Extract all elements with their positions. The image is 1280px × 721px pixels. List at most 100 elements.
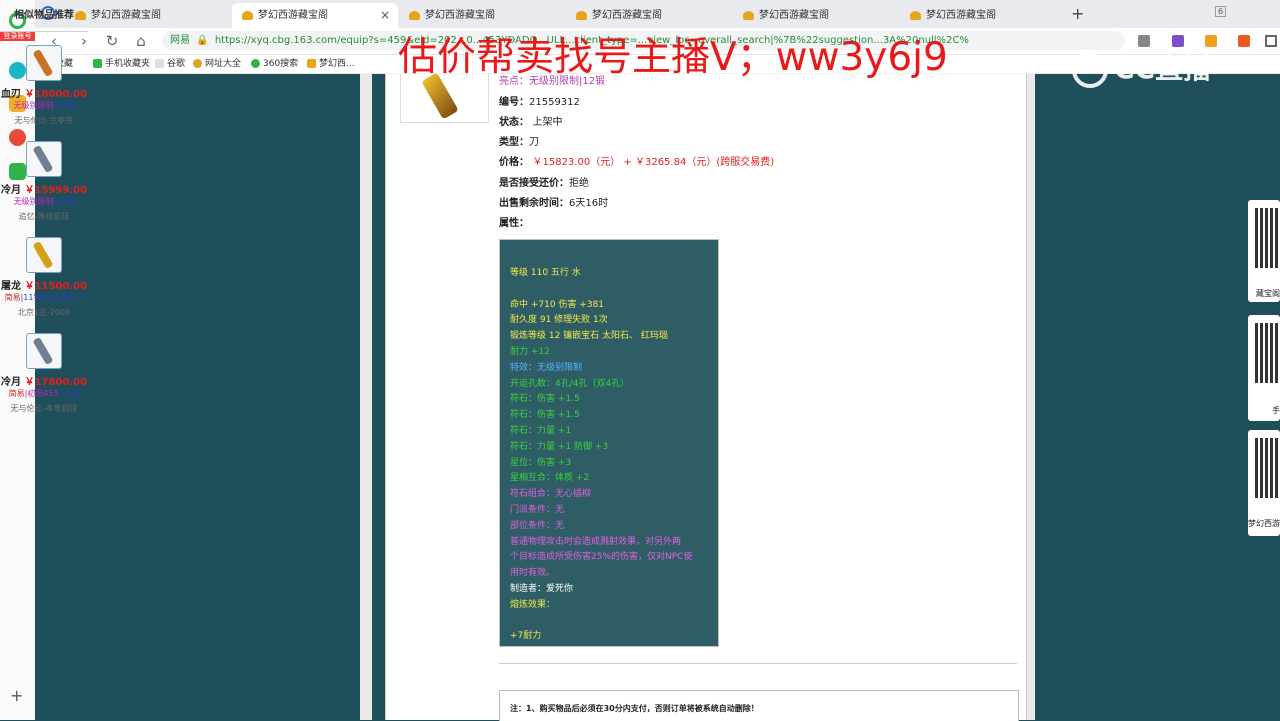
item-counteroffer-row: 是否接受还价：拒绝 — [499, 178, 589, 189]
attribute-line: 耐力 +12 — [510, 347, 550, 357]
attribute-line: 部位条件：无 — [510, 520, 565, 531]
similar-item-tag: |11锻 — [58, 389, 80, 398]
tab-title: 梦幻西游藏宝阁 — [926, 10, 996, 21]
attribute-line: 锻炼等级 12 镶嵌宝石 太阳石、 红玛瑙 — [510, 331, 668, 342]
attribute-line: 开运孔数：4孔/4孔（双4孔） — [510, 378, 630, 389]
tab-favicon-icon — [409, 10, 420, 20]
similar-item-price: ￥17800.00 — [21, 377, 87, 388]
tab-favicon-icon — [576, 10, 587, 20]
similar-item-title[interactable]: 冷月 ￥15999.00 — [0, 181, 88, 196]
grid-menu-icon[interactable] — [1265, 35, 1277, 47]
attribute-line: 符石：伤害 +1.5 — [510, 410, 580, 421]
cc-live-logo: CC直播 — [1072, 46, 1242, 92]
bookmark-item[interactable]: 谷歌 — [155, 55, 185, 73]
browser-tab[interactable]: 梦幻西游藏宝阁 — [65, 3, 225, 28]
similar-item-server: 无与伦比-兰亭序 — [14, 116, 74, 125]
attribute-line: 符石组合：无心插柳 — [510, 489, 592, 500]
weapon-icon[interactable] — [26, 141, 62, 177]
tab-strip: 梦幻西游藏宝阁 梦幻西游藏宝阁 × 梦幻西游藏宝阁 梦幻西游藏宝阁 梦幻西游藏宝阁… — [35, 0, 1280, 28]
cc-logo-icon — [1072, 52, 1108, 88]
similar-item-server: 无与伦比-本草纲目 — [10, 404, 78, 413]
similar-item-title[interactable]: 血刃 ￥18000.00 — [0, 85, 88, 100]
similar-item-tags: 简易|初伤451|11锻 — [0, 388, 88, 399]
similar-item-tag: |11锻 — [20, 293, 42, 302]
similar-item-tag: 简易 — [4, 293, 21, 302]
tab-title: 梦幻西游藏宝阁 — [425, 10, 495, 21]
qr-card[interactable]: 手 — [1248, 315, 1280, 421]
attribute-line: +7耐力 — [510, 631, 542, 642]
similar-item-name: 冷月 — [1, 185, 21, 196]
browser-tab[interactable]: 梦幻西游藏宝阁 — [733, 3, 893, 28]
reload-button[interactable]: ↻ — [103, 32, 121, 50]
item-attributes-label: 属性： — [499, 218, 529, 229]
tab-favicon-icon — [242, 10, 253, 20]
item-status-row: 状态： 上架中 — [499, 117, 563, 128]
weapon-icon[interactable] — [26, 237, 62, 273]
weapon-icon[interactable] — [26, 45, 62, 81]
weapon-icon[interactable] — [26, 333, 62, 369]
tab-title: 梦幻西游藏宝阁 — [592, 10, 662, 21]
page-side-right — [1035, 74, 1280, 720]
similar-item-name: 屠龙 — [1, 281, 21, 292]
bookmark-item[interactable]: 360搜索 — [251, 55, 298, 73]
attribute-line: 符石：伤害 +1.5 — [510, 394, 580, 405]
similar-item-tag: |初伤451 — [24, 389, 59, 398]
price-main: ￥15823.00（元） — [532, 157, 621, 168]
login-label[interactable]: 登录账号 — [0, 31, 35, 41]
similar-item-title[interactable]: 冷月 ￥17800.00 — [0, 373, 88, 388]
attribute-line: 个目标造成所受伤害25%的伤害，仅对NPC使 — [510, 552, 693, 563]
tab-close-icon[interactable]: × — [380, 3, 390, 28]
attribute-line: 用时有效。 — [510, 568, 556, 579]
similar-item-price: ￥11500.00 — [21, 281, 87, 292]
add-icon[interactable]: + — [10, 686, 23, 705]
similar-item[interactable]: 冷月 ￥15999.00 无级别限制|12锻 追忆-再续前缘 — [0, 141, 88, 231]
browser-tab-active[interactable]: 梦幻西游藏宝阁 × — [232, 3, 398, 28]
bookmark-item[interactable]: 手机收藏夹 — [93, 55, 150, 73]
tab-favicon-icon — [307, 59, 316, 68]
similar-item-name: 冷月 — [1, 377, 21, 388]
item-remaining-time-row: 出售剩余时间：6天16时 — [499, 198, 609, 209]
similar-item-server: 北京1区-2008 — [17, 308, 71, 317]
browser-tab[interactable]: 梦幻西游藏宝阁 — [900, 3, 1060, 28]
item-type-row: 类型：刀 — [499, 137, 539, 148]
streamer-overlay-text: 估价帮卖找号主播V；ww3y6j9 — [398, 35, 948, 80]
purchase-notice: 注：1、购买物品后必须在30分内支付，否则订单将被系统自动删除！ — [499, 690, 1019, 721]
similar-item-tags: 无级别限制|12锻 — [0, 100, 88, 111]
qr-card[interactable]: 藏宝阁 — [1248, 200, 1280, 302]
page-gutter-left — [360, 74, 372, 720]
search-icon — [251, 59, 260, 68]
new-tab-button[interactable]: + — [1071, 4, 1084, 23]
attribute-line: 命中 +710 伤害 +381 — [510, 299, 605, 310]
browser-tab[interactable]: 梦幻西游藏宝阁 — [566, 3, 726, 28]
section-divider — [499, 663, 1017, 664]
item-price-row: 价格： ￥15823.00（元） + ￥3265.84（元）(跨服交易费) — [499, 157, 775, 168]
similar-items-panel: 相似物品推荐 血刃 ￥18000.00 无级别限制|12锻 无与伦比-兰亭序 冷月 ￥… — [0, 0, 90, 430]
similar-item[interactable]: 冷月 ￥17800.00 简易|初伤451|11锻 无与伦比-本草纲目 — [0, 333, 88, 423]
similar-item[interactable]: 屠龙 ￥11500.00 简易|11锻|初总伤611 北京1区-2008 — [0, 237, 88, 327]
bookmark-item[interactable]: 梦幻西... — [307, 55, 355, 73]
similar-item-title[interactable]: 屠龙 ￥11500.00 — [0, 277, 88, 292]
attribute-line: 星相互合：体质 +2 — [510, 473, 590, 484]
similar-item-price: ￥18000.00 — [21, 89, 87, 100]
qr-code-icon — [1255, 323, 1279, 383]
phone-icon — [93, 59, 102, 68]
item-attributes-box: 等级 110 五行 水命中 +710 伤害 +381 耐久度 91 修理失败 1次… — [499, 239, 719, 647]
browser-tab[interactable]: 梦幻西游藏宝阁 — [399, 3, 559, 28]
similar-item-name: 血刃 — [1, 89, 21, 100]
tab-favicon-icon — [743, 10, 754, 20]
tab-count-badge[interactable]: 6 — [1215, 6, 1227, 17]
tab-title: 梦幻西游藏宝阁 — [91, 10, 161, 21]
lock-icon: 🔒 — [196, 35, 209, 46]
qr-code-icon — [1255, 208, 1279, 268]
similar-item-server: 追忆-再续前缘 — [18, 212, 70, 221]
home-button[interactable]: ⌂ — [132, 32, 150, 50]
attribute-line: 符石：力量 +1 — [510, 426, 572, 436]
bookmark-item[interactable]: 网址大全 — [193, 55, 241, 73]
qr-card[interactable]: 梦幻西游 — [1248, 430, 1280, 536]
purchase-notice-text: 注：1、购买物品后必须在30分内支付，否则订单将被系统自动删除！ — [510, 704, 759, 713]
item-id-row: 编号：21559312 — [499, 97, 580, 108]
similar-item[interactable]: 血刃 ￥18000.00 无级别限制|12锻 无与伦比-兰亭序 — [0, 45, 88, 135]
similar-item-price: ￥15999.00 — [21, 185, 87, 196]
tab-title: 梦幻西游藏宝阁 — [258, 10, 328, 21]
similar-item-tag: |初总伤611 — [41, 293, 84, 302]
